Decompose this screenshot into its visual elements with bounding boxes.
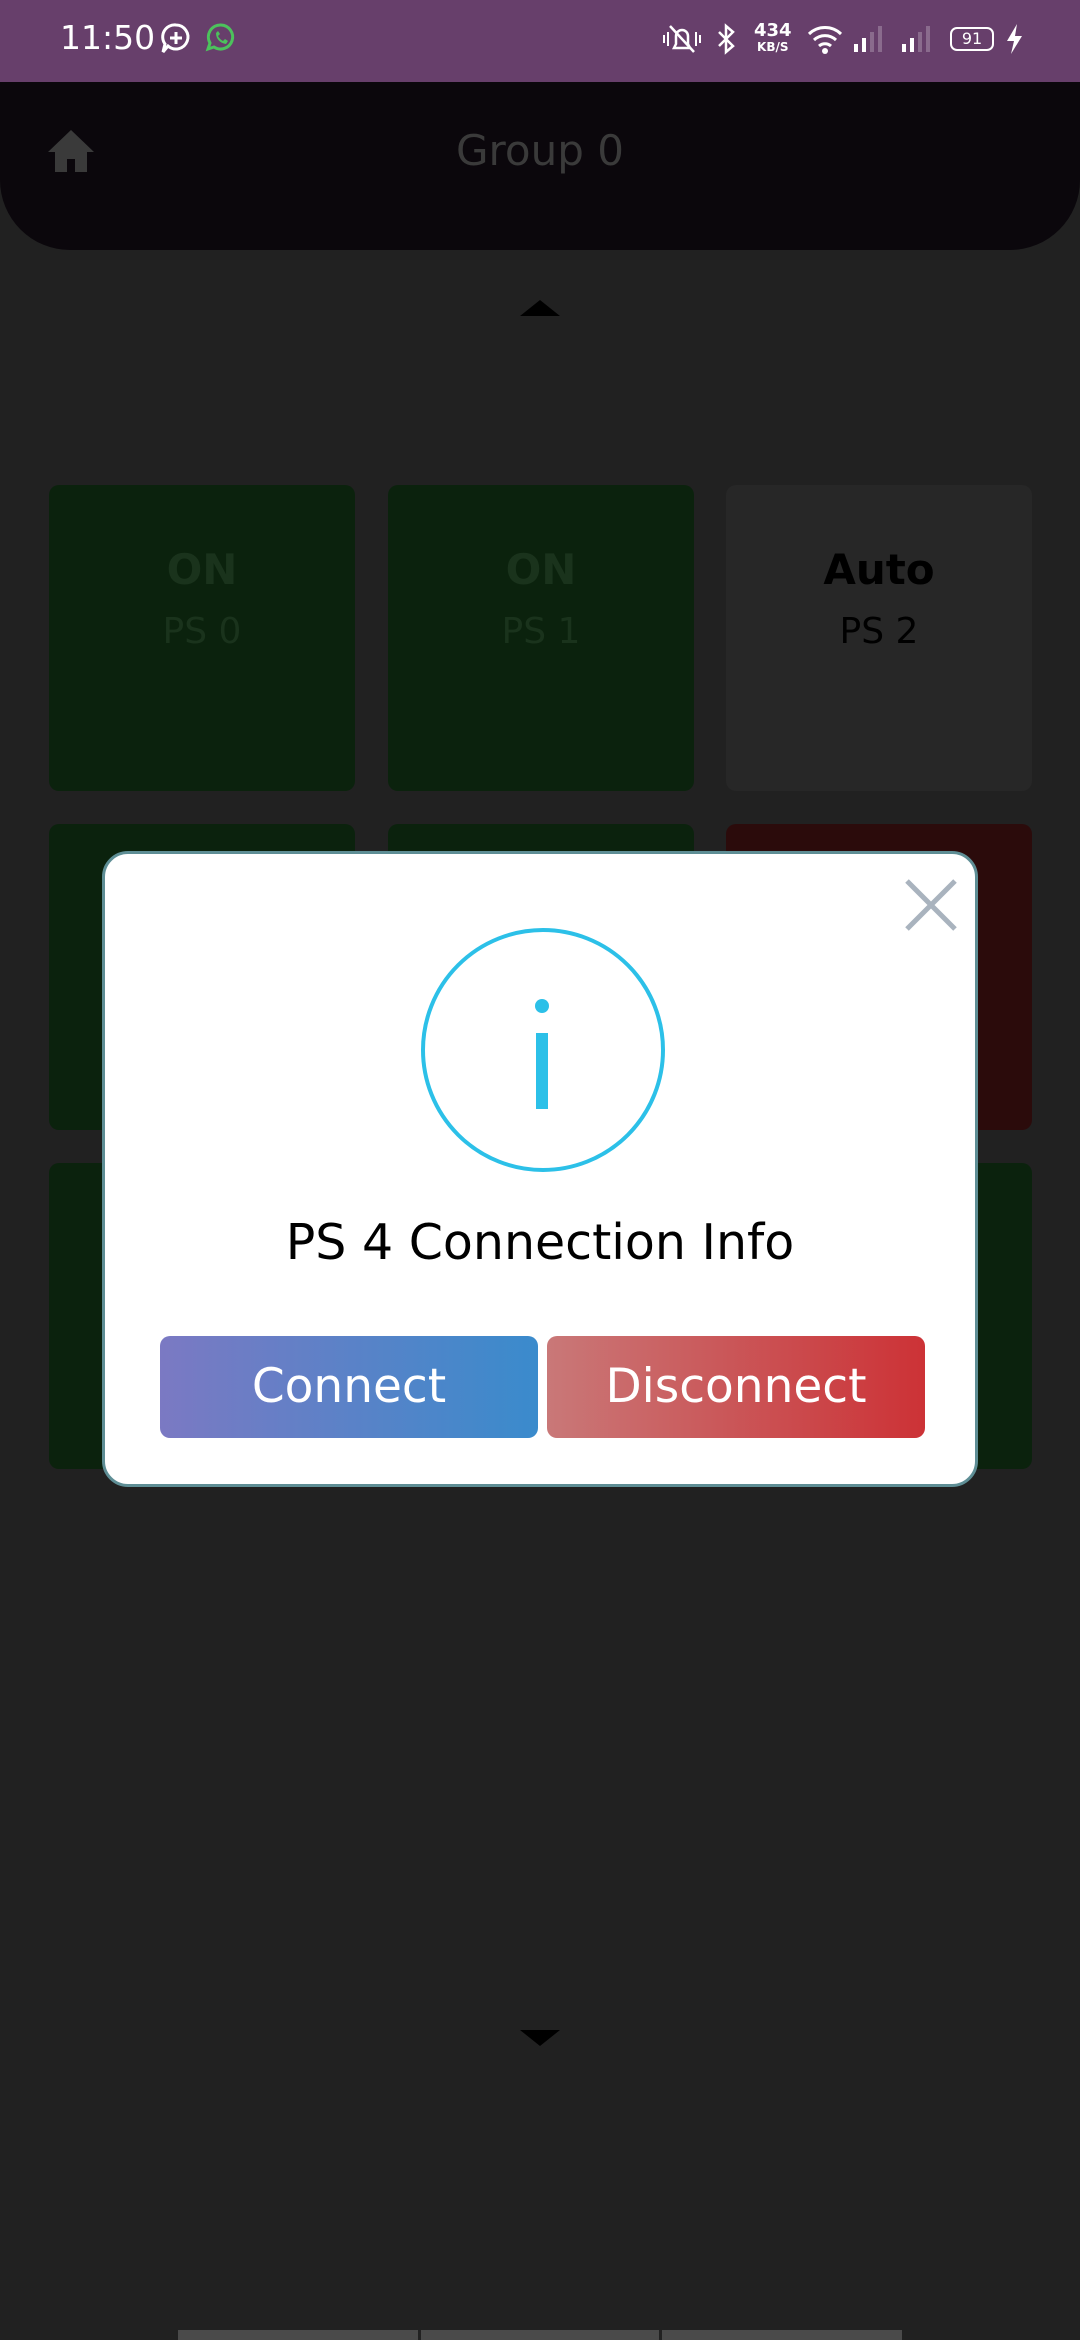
chat-bubble-icon xyxy=(160,22,192,60)
network-speed-unit: KB/S xyxy=(757,40,789,54)
power-switch-tile[interactable]: ON PS 1 xyxy=(388,485,694,791)
connection-info-dialog: PS 4 Connection Info Connect Disconnect xyxy=(102,851,978,1487)
tile-name: PS 2 xyxy=(839,611,919,652)
status-bar: 11:50 434 KB/S 91 xyxy=(0,0,1080,82)
power-switch-tile[interactable]: ON PS 0 xyxy=(49,485,355,791)
bottom-bar-segment xyxy=(421,2330,659,2340)
network-speed: 434 KB/S xyxy=(754,22,792,56)
battery-indicator: 91 xyxy=(950,27,994,51)
dialog-title: PS 4 Connection Info xyxy=(285,1214,795,1271)
scroll-down-icon[interactable] xyxy=(520,2028,560,2052)
vibrate-mute-icon xyxy=(662,22,702,60)
bluetooth-icon xyxy=(716,22,738,60)
connect-button[interactable]: Connect xyxy=(160,1336,538,1438)
whatsapp-icon xyxy=(205,22,237,60)
tile-state: ON xyxy=(505,545,577,594)
bottom-bar-segment xyxy=(662,2330,902,2340)
network-speed-value: 434 xyxy=(754,20,792,41)
tile-state: Auto xyxy=(823,545,935,594)
page-title: Group 0 xyxy=(456,126,624,175)
tile-state: ON xyxy=(166,545,238,594)
scroll-up-icon[interactable] xyxy=(520,298,560,322)
charging-icon xyxy=(1004,22,1024,60)
tile-name: PS 0 xyxy=(162,611,242,652)
disconnect-button[interactable]: Disconnect xyxy=(547,1336,925,1438)
info-icon xyxy=(421,928,665,1172)
status-time: 11:50 xyxy=(60,18,156,57)
close-icon[interactable] xyxy=(903,877,959,937)
tile-name: PS 1 xyxy=(501,611,581,652)
signal-icon xyxy=(852,22,886,60)
power-switch-tile[interactable]: Auto PS 2 xyxy=(726,485,1032,791)
wifi-icon xyxy=(806,22,844,60)
bottom-bar-segment xyxy=(178,2330,418,2340)
signal-icon xyxy=(900,22,934,60)
